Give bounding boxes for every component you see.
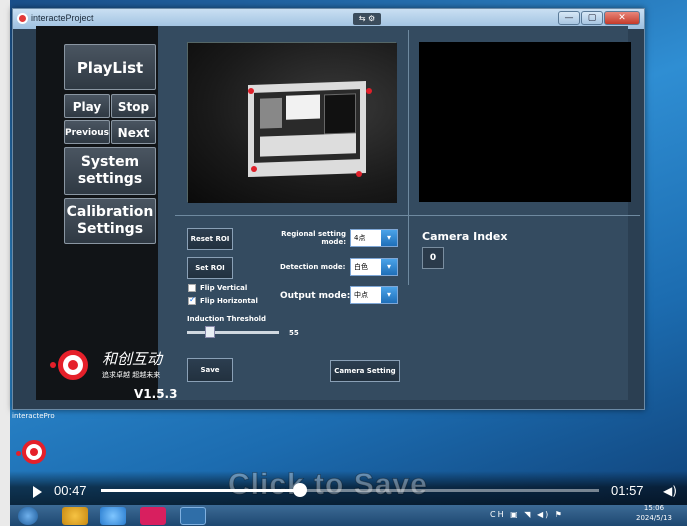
- regional-mode-value: 4点: [354, 234, 366, 242]
- roi-corner-top-right[interactable]: [366, 88, 372, 94]
- threshold-slider-track[interactable]: [187, 331, 279, 334]
- clock-date: 2024/5/13: [636, 514, 672, 522]
- browser-taskbar-icon[interactable]: [100, 507, 126, 525]
- media-taskbar-icon[interactable]: [140, 507, 166, 525]
- app-desktop-icon[interactable]: [22, 440, 46, 464]
- app-taskbar-icon[interactable]: [180, 507, 206, 525]
- threshold-slider-handle[interactable]: [205, 326, 215, 338]
- logo-dot: [50, 362, 56, 368]
- save-button[interactable]: Save: [187, 358, 233, 382]
- version-label: V1.5.3: [134, 387, 178, 401]
- video-progress-fill: [101, 489, 301, 492]
- divider: [408, 30, 409, 215]
- captured-block: [260, 97, 282, 129]
- camera-setting-button[interactable]: Camera Setting: [330, 360, 400, 382]
- threshold-value: 55: [289, 329, 299, 337]
- camera-index-label: Camera Index: [422, 230, 508, 243]
- system-tray[interactable]: CH ▣ ◥ ◀) ⚑: [490, 510, 564, 519]
- desktop-icon-dot: [16, 451, 21, 456]
- flip-vertical-label: Flip Vertical: [200, 284, 248, 292]
- system-settings-label-2: settings: [77, 171, 143, 187]
- video-progress-bar[interactable]: [101, 489, 599, 492]
- captured-screen-content: [254, 89, 360, 163]
- calibration-label-2: Settings: [76, 221, 144, 237]
- clock-time: 15:06: [643, 504, 665, 512]
- output-preview: [419, 42, 631, 202]
- taskbar-clock[interactable]: 15:06 2024/5/13: [636, 503, 672, 523]
- system-settings-button[interactable]: System settings: [64, 147, 156, 195]
- previous-button[interactable]: Previous: [64, 120, 110, 144]
- flip-horizontal-checkbox[interactable]: [188, 295, 196, 305]
- reset-roi-button[interactable]: Reset ROI: [187, 228, 233, 250]
- captured-block: [324, 93, 356, 135]
- start-button-icon[interactable]: [18, 507, 38, 525]
- volume-icon[interactable]: ◀): [663, 484, 677, 498]
- total-time: 01:57: [611, 483, 644, 498]
- captured-block: [286, 94, 320, 120]
- captured-screen: [248, 80, 366, 178]
- roi-corner-top-left[interactable]: [248, 88, 254, 94]
- regional-mode-dropdown[interactable]: 4点 ▾: [350, 229, 398, 247]
- play-icon[interactable]: [33, 486, 42, 498]
- maximize-button[interactable]: ▢: [581, 11, 603, 25]
- window-controls: — ▢ ✕: [558, 11, 640, 25]
- detection-mode-dropdown[interactable]: 白色 ▾: [350, 258, 398, 276]
- brand-logo-icon: [58, 350, 88, 380]
- divider: [408, 215, 409, 285]
- regional-mode-label-2: mode:: [321, 238, 346, 246]
- flip-vertical-checkbox[interactable]: [188, 284, 196, 292]
- induction-threshold-label: Induction Threshold: [187, 315, 267, 323]
- chevron-down-icon: ▾: [381, 259, 397, 275]
- flip-horizontal-label: Flip Horizontal: [200, 297, 258, 305]
- next-button[interactable]: Next: [111, 120, 156, 144]
- play-button[interactable]: Play: [64, 94, 110, 118]
- detection-mode-label: Detection mode:: [280, 263, 346, 271]
- watermark-text: Click to Save: [228, 468, 428, 502]
- detection-mode-value: 白色: [354, 263, 368, 271]
- calibration-label-1: Calibration: [66, 204, 154, 220]
- chevron-down-icon: ▾: [381, 287, 397, 303]
- app-icon: [17, 13, 28, 24]
- camera-index-input[interactable]: 0: [422, 247, 444, 269]
- output-mode-value: 中点: [354, 291, 368, 299]
- desktop-icon-label: interactePro: [12, 412, 55, 420]
- playlist-button[interactable]: PlayList: [64, 44, 156, 90]
- brand-name: 和创互动: [102, 350, 163, 368]
- roi-corner-bottom-right[interactable]: [356, 171, 362, 177]
- output-mode-label: Output mode:: [280, 291, 351, 301]
- brand-slogan: 追求卓越 超越未来: [102, 371, 161, 379]
- regional-mode-label-1: Regional setting: [281, 230, 346, 238]
- stop-button[interactable]: Stop: [111, 94, 156, 118]
- calibration-settings-button[interactable]: Calibration Settings: [64, 198, 156, 244]
- minimize-button[interactable]: —: [558, 11, 580, 25]
- chevron-down-icon: ▾: [381, 230, 397, 246]
- captured-block: [260, 133, 356, 157]
- title-tool-tag[interactable]: ⇆ ⚙: [353, 13, 381, 25]
- system-settings-label-1: System: [80, 154, 140, 170]
- regional-mode-label: Regional setting mode:: [280, 230, 346, 246]
- camera-preview[interactable]: [187, 42, 397, 203]
- window-title: interacteProject: [31, 13, 94, 23]
- close-button[interactable]: ✕: [604, 11, 640, 25]
- output-mode-dropdown[interactable]: 中点 ▾: [350, 286, 398, 304]
- current-time: 00:47: [54, 483, 87, 498]
- set-roi-button[interactable]: Set ROI: [187, 257, 233, 279]
- ie-taskbar-icon[interactable]: [62, 507, 88, 525]
- roi-corner-bottom-left[interactable]: [251, 166, 257, 172]
